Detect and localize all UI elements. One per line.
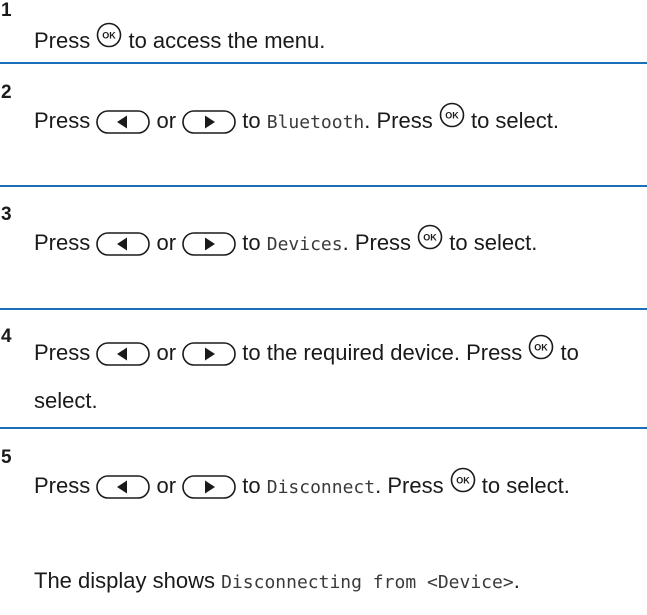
instruction-text: to — [236, 108, 267, 133]
left-arrow-button-icon — [96, 338, 151, 380]
svg-text:OK: OK — [445, 111, 459, 121]
right-arrow-button-icon — [182, 475, 236, 509]
instruction-text: Press — [34, 108, 97, 133]
instruction-text: . Press — [375, 473, 450, 498]
instruction-text: to select. — [443, 230, 538, 255]
step-number: 5 — [1, 447, 12, 468]
instruction-text: . Press — [364, 108, 439, 133]
svg-text:OK: OK — [103, 31, 117, 41]
step-instruction: Press or to Bluetooth. Press OK to selec… — [34, 102, 637, 144]
step-instruction: Press or to the required device. Press O… — [34, 332, 637, 422]
ok-button-icon: OK — [528, 332, 554, 374]
instruction-text: . Press — [342, 230, 418, 255]
step-number: 2 — [1, 82, 12, 103]
right-arrow-button-icon — [182, 338, 236, 380]
step-divider — [0, 62, 647, 64]
instruction-text: to select. — [475, 473, 570, 498]
ok-button-icon: OK — [417, 224, 443, 260]
instruction-text: or — [150, 473, 183, 498]
instruction-text: to select. — [464, 108, 560, 133]
step-instruction: Press OK to access the menu. — [34, 22, 637, 58]
instruction-text: Press — [34, 340, 97, 365]
left-arrow-button-icon — [96, 110, 151, 144]
instruction-text: Press — [34, 230, 97, 255]
instruction-text: or — [150, 108, 183, 133]
svg-text:OK: OK — [456, 476, 470, 486]
left-arrow-button-icon — [96, 232, 151, 266]
step-result: The display shows Disconnecting from <De… — [34, 567, 637, 597]
menu-item-name: Devices — [266, 234, 343, 255]
menu-item-name: Bluetooth — [266, 112, 365, 133]
instruction-text: or — [150, 340, 183, 365]
step-number: 1 — [1, 0, 12, 21]
instruction-text: to — [236, 473, 267, 498]
instruction-text: to access the menu. — [122, 28, 326, 53]
menu-item-name: Disconnecting from <Device> — [221, 572, 514, 593]
svg-text:OK: OK — [423, 233, 437, 243]
step-divider — [0, 427, 647, 429]
menu-item-name: Disconnect — [266, 477, 376, 498]
instruction-text: to the required device. Press — [236, 340, 529, 365]
instruction-text: . — [513, 568, 520, 593]
step-instruction: Press or to Devices. Press OK to select. — [34, 224, 637, 266]
instruction-text: to — [236, 230, 267, 255]
step-number: 3 — [1, 204, 12, 225]
instruction-text: Press — [34, 28, 97, 53]
left-arrow-button-icon — [96, 475, 151, 509]
step-number: 4 — [1, 326, 12, 347]
step-divider — [0, 308, 647, 310]
right-arrow-button-icon — [182, 110, 236, 144]
instruction-text: Press — [34, 473, 97, 498]
instruction-text: or — [150, 230, 183, 255]
svg-text:OK: OK — [535, 343, 549, 353]
instruction-text: The display shows — [34, 568, 222, 593]
right-arrow-button-icon — [182, 232, 236, 266]
ok-button-icon: OK — [439, 102, 465, 138]
step-instruction: Press or to Disconnect. Press OK to sele… — [34, 467, 637, 509]
step-divider — [0, 185, 647, 187]
ok-button-icon: OK — [96, 22, 122, 58]
ok-button-icon: OK — [450, 467, 476, 503]
